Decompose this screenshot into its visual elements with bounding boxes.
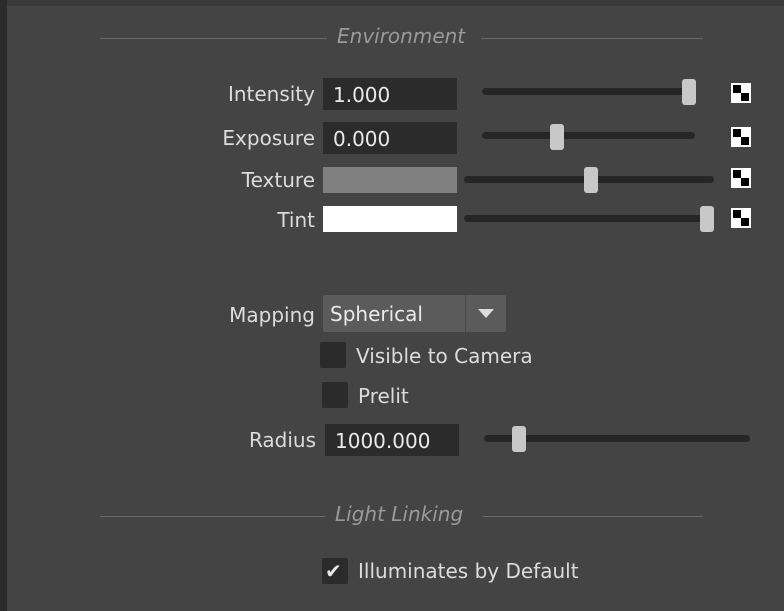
section-divider bbox=[481, 38, 703, 39]
checker-map-icon[interactable] bbox=[731, 168, 751, 188]
tint-slider-thumb[interactable] bbox=[700, 206, 714, 232]
texture-color-swatch[interactable] bbox=[323, 167, 457, 193]
prelit-label: Prelit bbox=[358, 384, 409, 408]
mapping-dropdown[interactable]: Spherical bbox=[323, 295, 506, 332]
section-title-light-linking: Light Linking bbox=[335, 502, 464, 526]
checker-map-icon[interactable] bbox=[731, 208, 751, 228]
chevron-down-icon[interactable] bbox=[465, 295, 506, 332]
checker-map-icon[interactable] bbox=[731, 127, 751, 147]
radius-label: Radius bbox=[248, 428, 316, 452]
section-title-environment: Environment bbox=[337, 24, 466, 48]
illuminates-by-default-label: Illuminates by Default bbox=[358, 559, 579, 583]
mapping-label: Mapping bbox=[229, 303, 315, 327]
intensity-slider-track[interactable] bbox=[482, 88, 695, 95]
left-border bbox=[0, 0, 7, 611]
visible-to-camera-checkbox[interactable] bbox=[320, 342, 346, 368]
checker-map-icon[interactable] bbox=[731, 83, 751, 103]
prelit-checkbox[interactable] bbox=[322, 382, 348, 408]
radius-slider-thumb[interactable] bbox=[512, 426, 526, 452]
tint-label: Tint bbox=[277, 208, 315, 232]
exposure-slider-track[interactable] bbox=[482, 132, 695, 139]
mapping-value: Spherical bbox=[330, 302, 423, 326]
visible-to-camera-label: Visible to Camera bbox=[356, 344, 533, 368]
exposure-label: Exposure bbox=[222, 126, 315, 150]
radius-field[interactable]: 1000.000 bbox=[325, 424, 459, 456]
section-divider bbox=[100, 38, 327, 39]
texture-label: Texture bbox=[241, 168, 315, 192]
texture-slider-thumb[interactable] bbox=[584, 167, 598, 193]
exposure-field[interactable]: 0.000 bbox=[323, 122, 457, 154]
checkmark-icon: ✔ bbox=[325, 559, 342, 583]
tint-slider-track[interactable] bbox=[464, 215, 714, 222]
intensity-label: Intensity bbox=[227, 82, 315, 106]
exposure-slider-thumb[interactable] bbox=[550, 124, 564, 150]
section-divider bbox=[100, 516, 325, 517]
intensity-slider-thumb[interactable] bbox=[682, 79, 696, 105]
illuminates-by-default-checkbox[interactable]: ✔ bbox=[322, 558, 348, 584]
intensity-field[interactable]: 1.000 bbox=[323, 78, 457, 110]
section-divider bbox=[483, 516, 703, 517]
tint-color-swatch[interactable] bbox=[323, 206, 457, 232]
